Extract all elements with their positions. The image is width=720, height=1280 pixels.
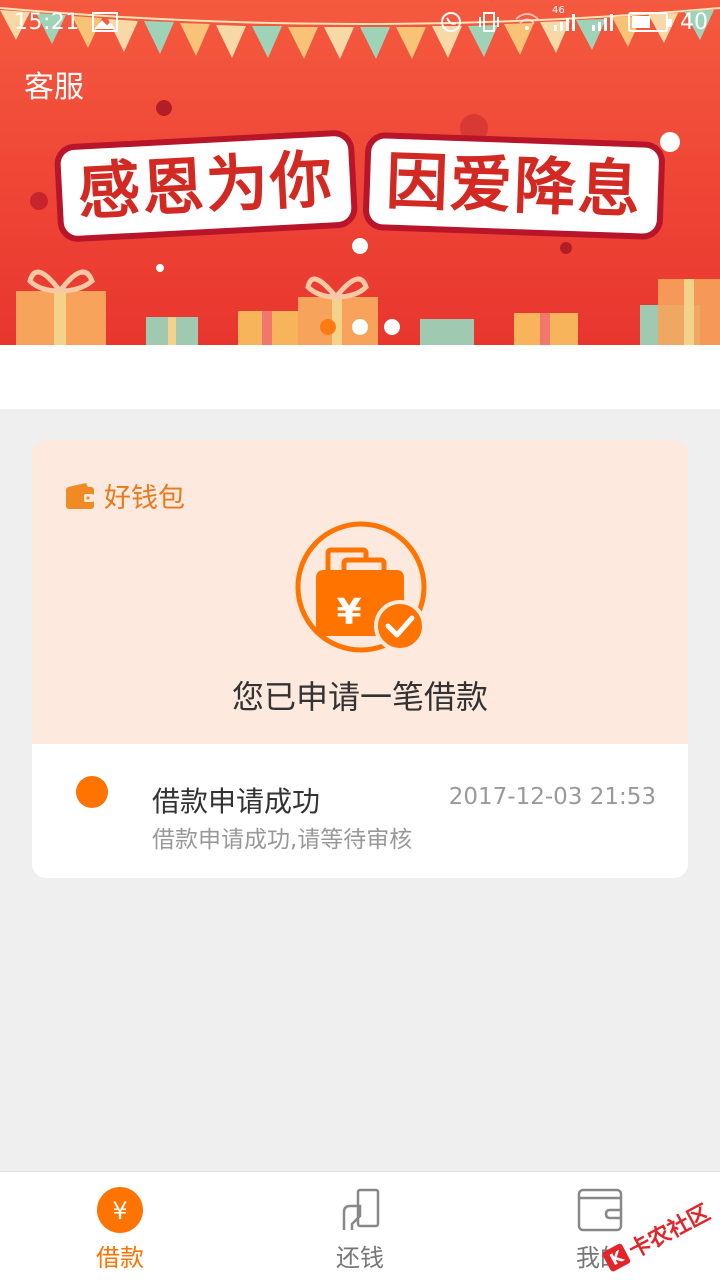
wallet-brand-icon xyxy=(66,482,94,509)
status-bar: 15:21 46 40 xyxy=(0,0,720,44)
confetti xyxy=(156,100,172,116)
carousel-dot-1[interactable] xyxy=(320,319,336,335)
headline-part-2: 因爱降息 xyxy=(384,144,644,227)
spacer-strip xyxy=(0,345,720,409)
tab-borrow[interactable]: ¥ 借款 xyxy=(0,1172,240,1280)
headline-part-1: 感恩为你 xyxy=(76,142,336,229)
timeline-timestamp: 2017-12-03 21:53 xyxy=(448,784,656,810)
card-header: 好钱包 ¥ 您已申请一笔借款 xyxy=(32,440,688,744)
image-notification-icon xyxy=(91,12,118,32)
tab-label-repay: 还钱 xyxy=(336,1244,384,1272)
battery-level: 40 xyxy=(680,9,708,35)
status-time: 15:21 xyxy=(14,9,80,35)
carousel-dot-2[interactable] xyxy=(352,319,368,335)
loan-applied-icon: ¥ xyxy=(295,521,427,653)
brand: 好钱包 xyxy=(64,476,185,515)
carousel-indicator xyxy=(0,319,720,335)
confetti xyxy=(30,192,48,210)
signal-4g: 46 xyxy=(552,5,578,33)
tab-label-borrow: 借款 xyxy=(96,1244,144,1272)
vibrate-icon xyxy=(479,12,499,32)
banner-headline: 感恩为你 因爱降息 xyxy=(59,135,660,237)
brand-name: 好钱包 xyxy=(104,483,185,514)
yen-circle-icon: ¥ xyxy=(97,1187,143,1233)
customer-service-link[interactable]: 客服 xyxy=(24,62,84,106)
signal-label: 46 xyxy=(552,5,565,16)
tab-repay[interactable]: 还钱 xyxy=(240,1172,480,1280)
timeline-dot xyxy=(76,776,108,808)
svg-text:¥: ¥ xyxy=(112,1197,127,1225)
confetti xyxy=(660,132,680,152)
repay-icon xyxy=(342,1188,380,1230)
timeline-description: 借款申请成功,请等待审核 xyxy=(152,827,413,853)
promo-banner[interactable]: 15:21 46 40 客服 感恩为你 因爱降息 xyxy=(0,0,720,345)
tab-mine[interactable]: 我的 K 卡农社区 xyxy=(480,1172,720,1280)
signal-icon-2 xyxy=(592,14,613,31)
application-status-text: 您已申请一笔借款 xyxy=(231,678,488,716)
wallet-icon xyxy=(577,1188,623,1232)
do-not-disturb-icon xyxy=(441,12,461,32)
headline-block-1: 感恩为你 xyxy=(59,135,353,237)
wifi-icon xyxy=(515,13,539,30)
headline-block-2: 因爱降息 xyxy=(368,138,660,234)
timeline-title: 借款申请成功 xyxy=(152,785,321,818)
loan-status-card: 好钱包 ¥ 您已申请一笔借款 借款申请成功 2017-12-03 21:53 借… xyxy=(32,440,688,878)
app-screen: 15:21 46 40 客服 感恩为你 因爱降息 好钱包 ¥ 您已申请一笔借款 … xyxy=(0,0,720,1280)
watermark-text: 卡农社区 xyxy=(624,1200,715,1264)
bottom-tab-bar: ¥ 借款 还钱 我的 K 卡农社区 xyxy=(0,1171,720,1280)
battery-icon xyxy=(628,12,672,32)
carousel-dot-3[interactable] xyxy=(384,319,400,335)
timeline-item: 借款申请成功 2017-12-03 21:53 借款申请成功,请等待审核 xyxy=(32,744,688,878)
svg-text:¥: ¥ xyxy=(336,592,361,633)
